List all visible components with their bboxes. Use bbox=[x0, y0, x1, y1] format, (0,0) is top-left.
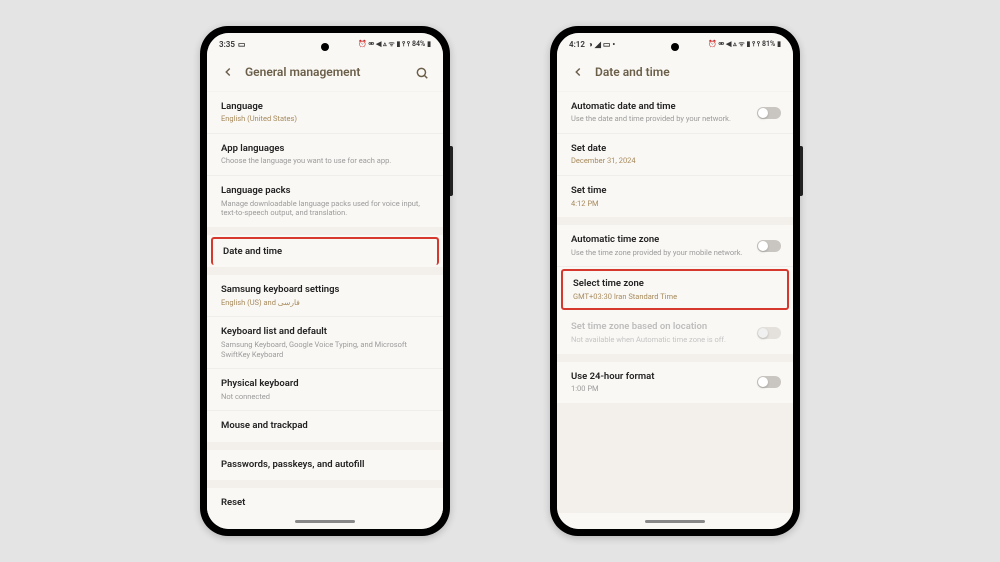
item-tz-location: Set time zone based on location Not avai… bbox=[557, 312, 793, 353]
status-app-icons: ◑ ◢ ▭ • bbox=[588, 40, 615, 49]
item-mouse-trackpad[interactable]: Mouse and trackpad bbox=[207, 411, 443, 441]
item-title: Set time bbox=[571, 185, 779, 197]
item-auto-time-zone[interactable]: Automatic time zone Use the time zone pr… bbox=[557, 225, 793, 267]
item-sub: English (US) and فارسی bbox=[221, 298, 429, 308]
item-sub: English (United States) bbox=[221, 114, 429, 124]
item-sub: GMT+03:30 Iran Standard Time bbox=[573, 292, 777, 302]
status-time: 3:35 bbox=[219, 40, 235, 49]
item-sub: Samsung Keyboard, Google Voice Typing, a… bbox=[221, 340, 429, 360]
battery-icon: ▮ bbox=[427, 40, 431, 48]
item-select-time-zone[interactable]: Select time zone GMT+03:30 Iran Standard… bbox=[561, 269, 789, 310]
item-title: Automatic time zone bbox=[571, 234, 779, 246]
item-title: Keyboard list and default bbox=[221, 326, 429, 338]
toggle bbox=[757, 327, 781, 339]
item-title: Language bbox=[221, 101, 429, 113]
phone-left: 3:35 ▭ ⏰ ⚮ ◀ ▵ ᯤ ▮ ⫯ ⫯ 84% ▮ General man… bbox=[200, 26, 450, 536]
item-title: Reset bbox=[221, 497, 429, 509]
toggle[interactable] bbox=[757, 240, 781, 252]
phone-right: 4:12 ◑ ◢ ▭ • ⏰ ⚮ ◀ ▵ ᯤ ▮ ⫯ ⫯ 81% ▮ Date … bbox=[550, 26, 800, 536]
header-title: Date and time bbox=[595, 65, 779, 79]
status-icons: ⏰ ⚮ ◀ ▵ ᯤ ▮ ⫯ ⫯ bbox=[708, 40, 760, 49]
item-sub: Use the date and time provided by your n… bbox=[571, 114, 779, 124]
item-title: App languages bbox=[221, 143, 429, 155]
item-title: Passwords, passkeys, and autofill bbox=[221, 459, 429, 471]
item-title: Language packs bbox=[221, 185, 429, 197]
item-title: Physical keyboard bbox=[221, 378, 429, 390]
settings-list: Language English (United States) App lan… bbox=[207, 92, 443, 513]
item-app-languages[interactable]: App languages Choose the language you wa… bbox=[207, 134, 443, 176]
nav-pill[interactable] bbox=[645, 520, 705, 523]
camera-hole bbox=[671, 43, 679, 51]
status-app-icon: ▭ bbox=[238, 40, 246, 49]
item-reset[interactable]: Reset bbox=[207, 488, 443, 513]
item-title: Set time zone based on location bbox=[571, 321, 779, 333]
camera-hole bbox=[321, 43, 329, 51]
header: General management bbox=[207, 55, 443, 92]
item-24hour[interactable]: Use 24-hour format 1:00 PM bbox=[557, 362, 793, 403]
item-set-date[interactable]: Set date December 31, 2024 bbox=[557, 134, 793, 176]
settings-list: Automatic date and time Use the date and… bbox=[557, 92, 793, 513]
toggle[interactable] bbox=[757, 376, 781, 388]
item-set-time[interactable]: Set time 4:12 PM bbox=[557, 176, 793, 217]
item-auto-date-time[interactable]: Automatic date and time Use the date and… bbox=[557, 92, 793, 134]
header-title: General management bbox=[245, 65, 405, 79]
battery-icon: ▮ bbox=[777, 40, 781, 48]
search-icon[interactable] bbox=[415, 65, 429, 79]
item-title: Samsung keyboard settings bbox=[221, 284, 429, 296]
toggle[interactable] bbox=[757, 107, 781, 119]
item-sub: Not connected bbox=[221, 392, 429, 402]
item-sub: 4:12 PM bbox=[571, 199, 779, 209]
item-samsung-keyboard[interactable]: Samsung keyboard settings English (US) a… bbox=[207, 275, 443, 317]
status-battery: 81% bbox=[762, 40, 775, 48]
item-passwords[interactable]: Passwords, passkeys, and autofill bbox=[207, 450, 443, 480]
item-title: Mouse and trackpad bbox=[221, 420, 429, 432]
item-sub: Not available when Automatic time zone i… bbox=[571, 335, 779, 345]
header: Date and time bbox=[557, 55, 793, 92]
item-language-packs[interactable]: Language packs Manage downloadable langu… bbox=[207, 176, 443, 227]
nav-bar bbox=[557, 513, 793, 529]
nav-bar bbox=[207, 513, 443, 529]
status-time: 4:12 bbox=[569, 40, 585, 49]
item-sub: Choose the language you want to use for … bbox=[221, 156, 429, 166]
item-keyboard-list[interactable]: Keyboard list and default Samsung Keyboa… bbox=[207, 317, 443, 369]
item-title: Select time zone bbox=[573, 278, 777, 290]
item-sub: Manage downloadable language packs used … bbox=[221, 199, 429, 219]
back-icon[interactable] bbox=[221, 65, 235, 79]
item-sub: Use the time zone provided by your mobil… bbox=[571, 248, 779, 258]
item-sub: December 31, 2024 bbox=[571, 156, 779, 166]
status-battery: 84% bbox=[412, 40, 425, 48]
back-icon[interactable] bbox=[571, 65, 585, 79]
item-title: Date and time bbox=[223, 246, 427, 258]
item-physical-keyboard[interactable]: Physical keyboard Not connected bbox=[207, 369, 443, 411]
item-title: Use 24-hour format bbox=[571, 371, 779, 383]
item-date-and-time[interactable]: Date and time bbox=[211, 237, 439, 265]
item-sub: 1:00 PM bbox=[571, 384, 779, 394]
status-icons: ⏰ ⚮ ◀ ▵ ᯤ ▮ ⫯ ⫯ bbox=[358, 40, 410, 49]
item-title: Automatic date and time bbox=[571, 101, 779, 113]
nav-pill[interactable] bbox=[295, 520, 355, 523]
item-title: Set date bbox=[571, 143, 779, 155]
item-language[interactable]: Language English (United States) bbox=[207, 92, 443, 134]
